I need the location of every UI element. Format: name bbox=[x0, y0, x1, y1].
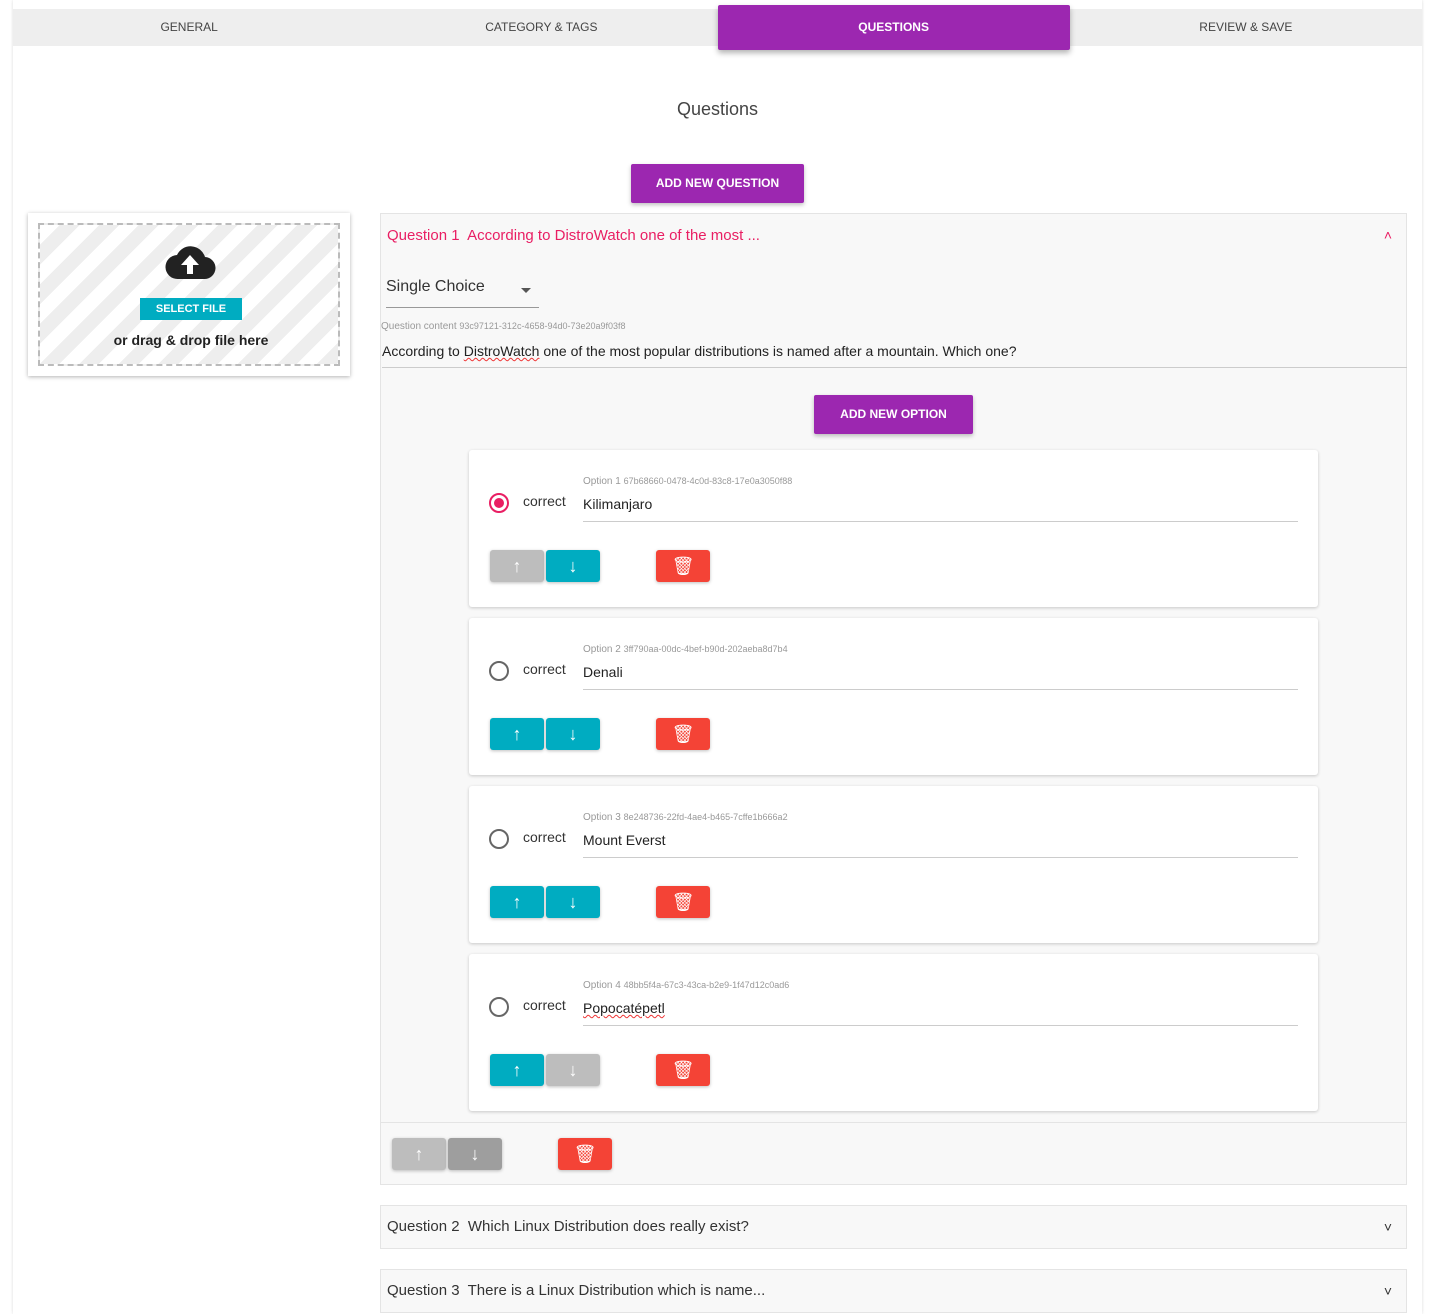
correct-radio[interactable] bbox=[489, 997, 509, 1017]
question-panel-3[interactable]: Question 3 There is a Linux Distribution… bbox=[380, 1269, 1407, 1313]
move-question-up-button[interactable]: ↑ bbox=[392, 1138, 446, 1170]
tab-questions[interactable]: Questions bbox=[717, 5, 1070, 50]
correct-label: correct bbox=[523, 493, 566, 509]
add-new-question-button[interactable]: ADD NEW QUESTION bbox=[631, 164, 804, 203]
move-option-up-button[interactable]: ↑ bbox=[490, 1054, 544, 1086]
tab-category-tags[interactable]: Category & Tags bbox=[365, 9, 717, 46]
question-summary: Which Linux Distribution does really exi… bbox=[467, 1218, 749, 1235]
add-new-option-button[interactable]: ADD NEW OPTION bbox=[814, 395, 973, 434]
move-option-down-button[interactable]: ↓ bbox=[546, 1054, 600, 1086]
question-controls: ↑ ↓ 🗑 bbox=[381, 1122, 1406, 1184]
question-content-label: Question content 93c97121-312c-4658-94d0… bbox=[381, 321, 626, 332]
option-card: correct Option 2 3ff790aa-00dc-4bef-b90d… bbox=[469, 618, 1318, 775]
tab-general[interactable]: General bbox=[13, 9, 365, 46]
option-label: Option 1 67b68660-0478-4c0d-83c8-17e0a30… bbox=[583, 476, 793, 487]
move-option-down-button[interactable]: ↓ bbox=[546, 886, 600, 918]
cloud-upload-icon bbox=[165, 246, 216, 280]
correct-radio[interactable] bbox=[489, 829, 509, 849]
delete-option-button[interactable]: 🗑 bbox=[656, 1054, 710, 1086]
correct-radio[interactable] bbox=[489, 493, 509, 513]
select-file-button[interactable]: SELECT FILE bbox=[140, 298, 242, 320]
delete-option-button[interactable]: 🗑 bbox=[656, 718, 710, 750]
delete-option-button[interactable]: 🗑 bbox=[656, 550, 710, 582]
tab-review-save[interactable]: Review & Save bbox=[1070, 9, 1422, 46]
move-option-down-button[interactable]: ↓ bbox=[546, 718, 600, 750]
question-panel-2[interactable]: Question 2 Which Linux Distribution does… bbox=[380, 1205, 1407, 1249]
question-summary: There is a Linux Distribution which is n… bbox=[467, 1282, 766, 1299]
correct-label: correct bbox=[523, 997, 566, 1013]
delete-option-button[interactable]: 🗑 bbox=[656, 886, 710, 918]
question-summary: According to DistroWatch one of the most… bbox=[467, 227, 760, 244]
delete-question-button[interactable]: 🗑 bbox=[558, 1138, 612, 1170]
chevron-up-icon[interactable]: ˄ bbox=[1384, 214, 1392, 257]
option-label: Option 4 48bb5f4a-67c3-43ca-b2e9-1f47d12… bbox=[583, 980, 790, 991]
chevron-down-icon[interactable]: ˅ bbox=[1384, 1270, 1392, 1312]
question-header[interactable]: Question 1 According to DistroWatch one … bbox=[381, 214, 1406, 257]
drop-zone[interactable]: SELECT FILE or drag & drop file here bbox=[38, 223, 340, 366]
correct-radio[interactable] bbox=[489, 661, 509, 681]
move-question-down-button[interactable]: ↓ bbox=[448, 1138, 502, 1170]
option-input[interactable]: Popocatépetl bbox=[583, 1000, 1298, 1026]
correct-label: correct bbox=[523, 829, 566, 845]
stepper-tabs: General Category & Tags Questions Review… bbox=[13, 5, 1422, 50]
question-number: Question 1 bbox=[387, 227, 460, 244]
move-option-up-button[interactable]: ↑ bbox=[490, 550, 544, 582]
option-card: correct Option 4 48bb5f4a-67c3-43ca-b2e9… bbox=[469, 954, 1318, 1111]
option-input[interactable]: Mount Everst bbox=[583, 832, 1298, 858]
option-card: correct Option 3 8e248736-22fd-4ae4-b465… bbox=[469, 786, 1318, 943]
move-option-up-button[interactable]: ↑ bbox=[490, 718, 544, 750]
file-upload: SELECT FILE or drag & drop file here bbox=[28, 213, 350, 376]
question-type-select[interactable]: Single Choice bbox=[386, 278, 539, 308]
question-content-input[interactable]: According to DistroWatch one of the most… bbox=[382, 343, 1407, 368]
move-option-down-button[interactable]: ↓ bbox=[546, 550, 600, 582]
option-input[interactable]: Kilimanjaro bbox=[583, 496, 1298, 522]
question-number: Question 3 bbox=[387, 1282, 460, 1299]
drop-hint: or drag & drop file here bbox=[113, 332, 269, 348]
option-input[interactable]: Denali bbox=[583, 664, 1298, 690]
page-title: Questions bbox=[676, 99, 759, 119]
option-label: Option 3 8e248736-22fd-4ae4-b465-7cffe1b… bbox=[583, 812, 788, 823]
move-option-up-button[interactable]: ↑ bbox=[490, 886, 544, 918]
option-label: Option 2 3ff790aa-00dc-4bef-b90d-202aeba… bbox=[583, 644, 788, 655]
option-card: correct Option 1 67b68660-0478-4c0d-83c8… bbox=[469, 450, 1318, 607]
chevron-down-icon[interactable]: ˅ bbox=[1384, 1206, 1392, 1248]
question-panel-1: Question 1 According to DistroWatch one … bbox=[380, 213, 1407, 1185]
dropdown-arrow-icon bbox=[521, 288, 531, 298]
question-type-value: Single Choice bbox=[386, 278, 485, 295]
correct-label: correct bbox=[523, 661, 566, 677]
question-number: Question 2 bbox=[387, 1218, 460, 1235]
